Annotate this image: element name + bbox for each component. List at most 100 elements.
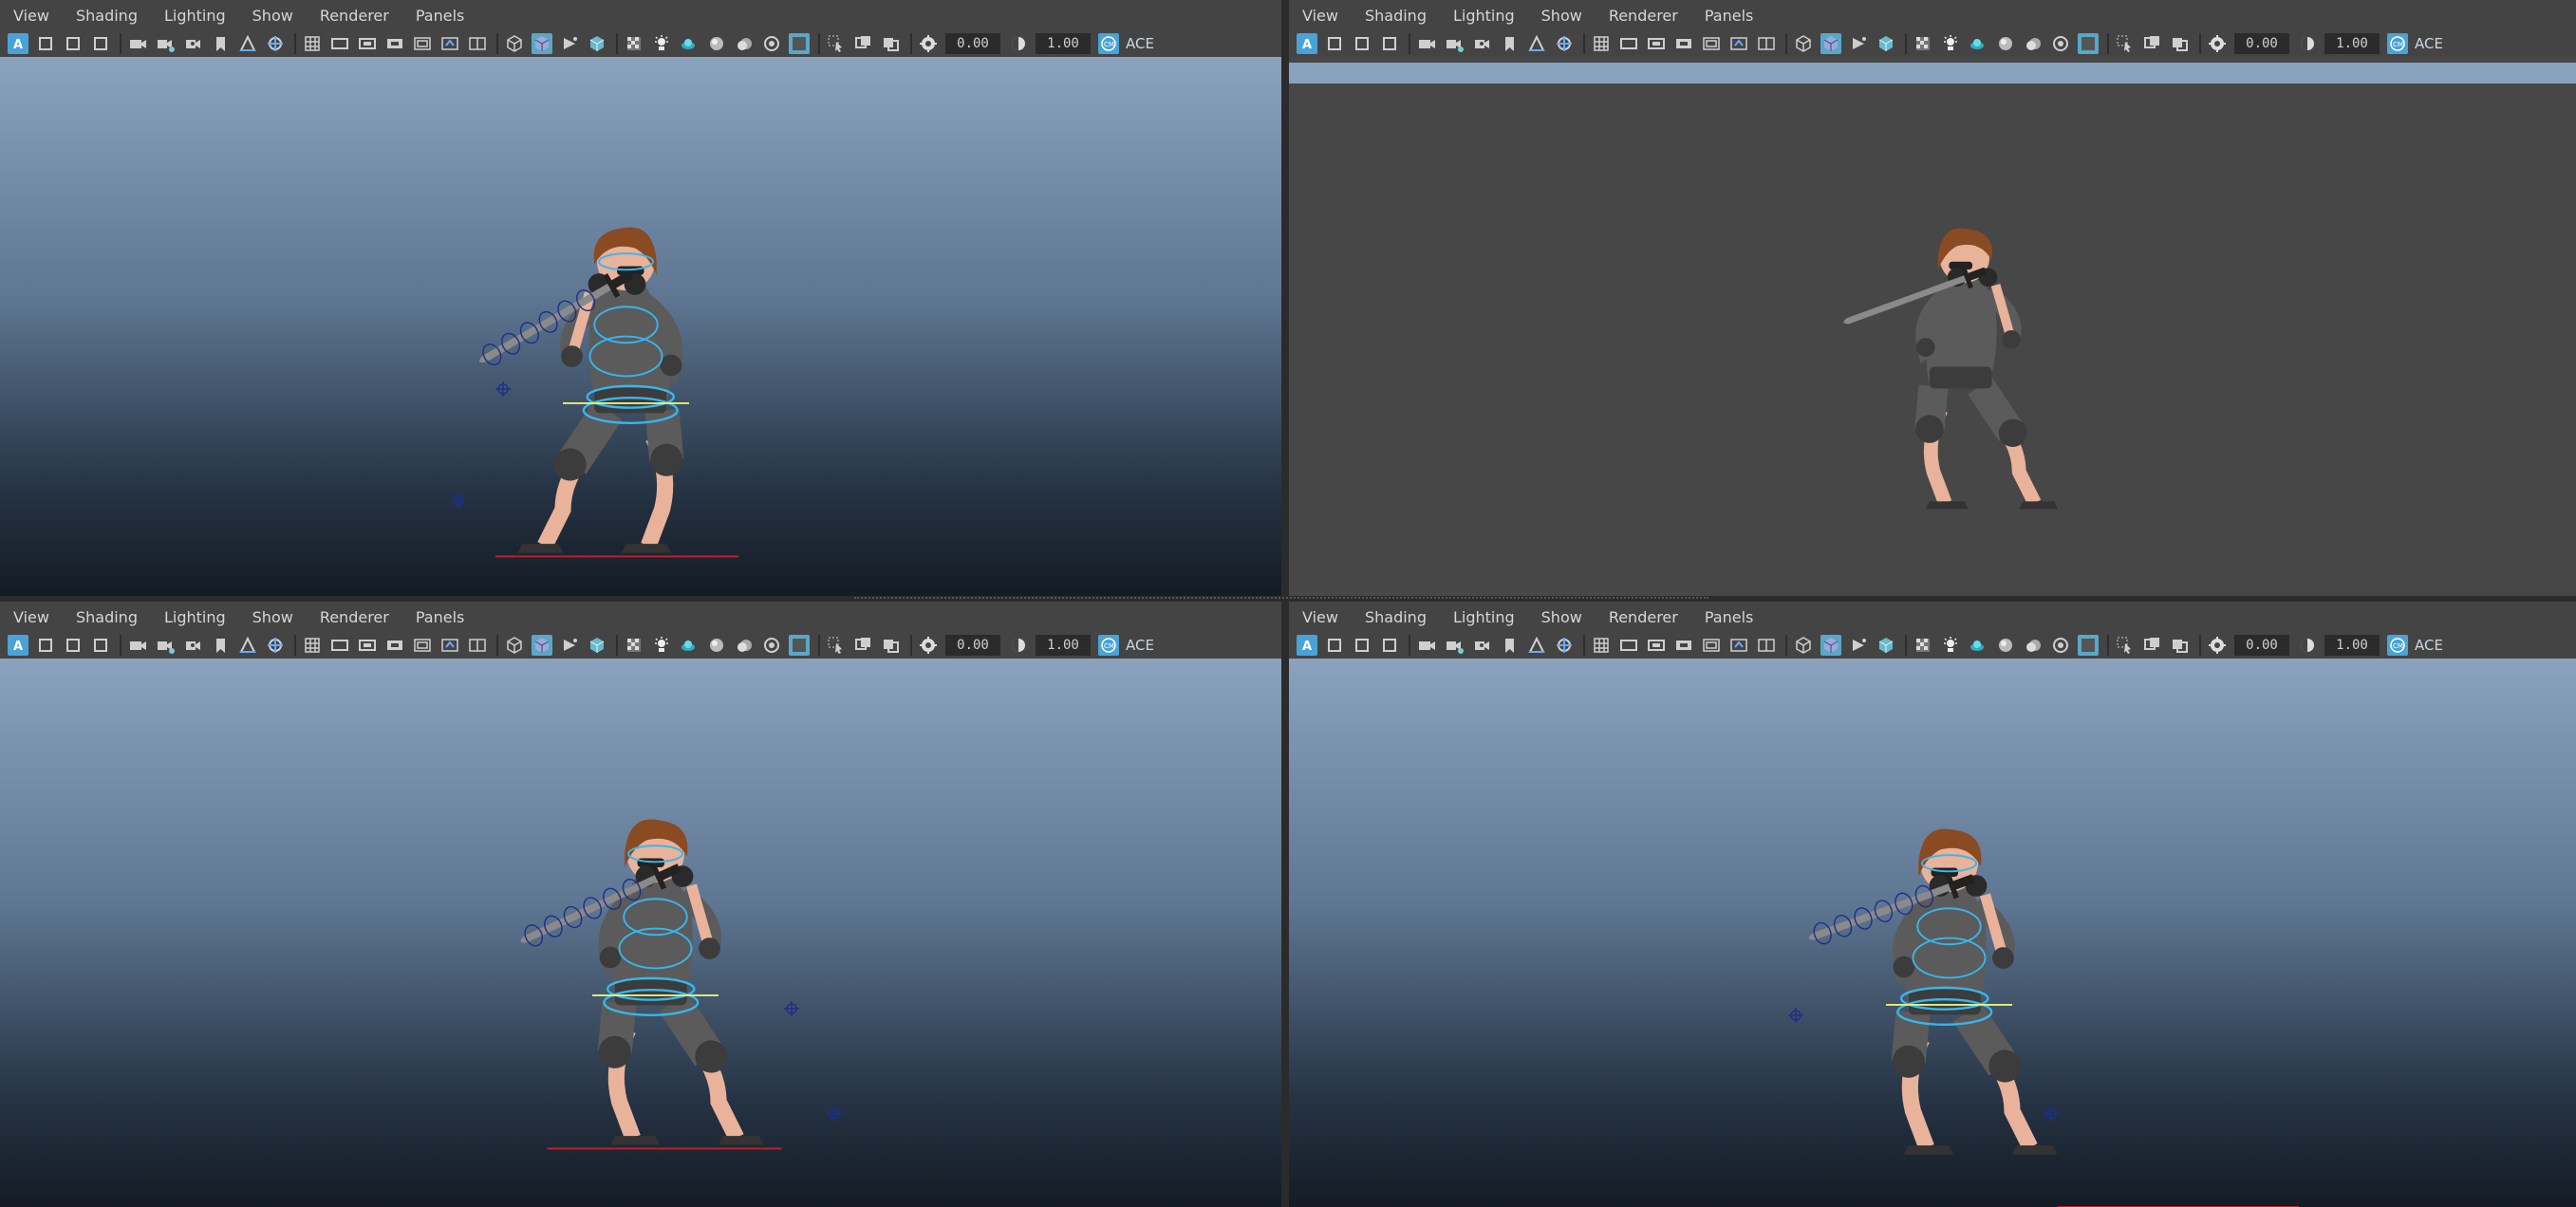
isolate-select-icon[interactable]	[789, 33, 810, 54]
character-rig-side[interactable]	[0, 659, 1281, 1207]
film-gate-icon[interactable]	[1618, 635, 1639, 656]
screen-space-ao-icon[interactable]	[679, 635, 700, 656]
perspective-panel-top-left[interactable]: View Shading Lighting Show Renderer Panels A CM…	[0, 0, 1281, 596]
grease-pencil-icon[interactable]	[265, 33, 286, 54]
gamma-field[interactable]	[2324, 33, 2380, 54]
camera-attributes-icon[interactable]	[1444, 33, 1465, 54]
select-camera-icon[interactable]	[1416, 33, 1437, 54]
menu-view[interactable]: View	[1302, 7, 1338, 25]
camera-attributes-icon[interactable]	[155, 33, 176, 54]
menu-panels[interactable]: Panels	[1705, 608, 1754, 626]
menu-renderer[interactable]: Renderer	[1609, 7, 1678, 25]
image-plane-icon[interactable]	[210, 33, 231, 54]
menu-renderer[interactable]: Renderer	[320, 608, 389, 626]
depth-of-field-icon[interactable]	[2050, 635, 2071, 656]
multisample-aa-icon[interactable]	[2023, 635, 2044, 656]
film-gate-icon[interactable]	[1618, 33, 1639, 54]
menu-view[interactable]: View	[13, 608, 49, 626]
xray-joints-icon[interactable]	[2142, 635, 2163, 656]
perspective-panel-top-right[interactable]: View Shading Lighting Show Renderer Panels A CM…	[1289, 0, 2576, 596]
field-chart-icon[interactable]	[1701, 33, 1722, 54]
lasso-select-icon[interactable]	[1324, 33, 1345, 54]
exposure-field[interactable]	[945, 635, 1000, 656]
gate-mask-icon[interactable]	[1673, 33, 1694, 54]
gamma-icon[interactable]	[1008, 635, 1029, 656]
wireframe-icon[interactable]	[504, 635, 525, 656]
xray-joints-icon[interactable]	[853, 33, 874, 54]
multisample-aa-icon[interactable]	[734, 33, 755, 54]
gamma-icon[interactable]	[2297, 635, 2318, 656]
resolution-gate-icon[interactable]	[357, 635, 378, 656]
color-management-toggle-icon[interactable]: CM	[2387, 33, 2408, 54]
smooth-shade-icon[interactable]	[532, 33, 552, 54]
xray-icon[interactable]	[2115, 635, 2136, 656]
sphere-icon[interactable]	[1379, 635, 1400, 656]
menu-shading[interactable]: Shading	[1365, 608, 1427, 626]
gamma-field[interactable]	[1036, 33, 1091, 54]
menu-show[interactable]: Show	[252, 7, 293, 25]
resolution-gate-icon[interactable]	[357, 33, 378, 54]
smooth-shade-icon[interactable]	[1820, 635, 1841, 656]
screen-space-ao-icon[interactable]	[679, 33, 700, 54]
character-render[interactable]	[1289, 57, 2576, 596]
wireframe-icon[interactable]	[1793, 33, 1814, 54]
menu-view[interactable]: View	[1302, 608, 1338, 626]
screen-space-ao-icon[interactable]	[1968, 635, 1988, 656]
safe-title-icon[interactable]	[467, 635, 488, 656]
gate-mask-icon[interactable]	[384, 635, 405, 656]
depth-of-field-icon[interactable]	[761, 33, 782, 54]
lasso-select-icon[interactable]	[1324, 635, 1345, 656]
render-view-icon[interactable]	[63, 33, 84, 54]
gate-mask-icon[interactable]	[384, 33, 405, 54]
colorspace-label[interactable]: ACE	[1126, 35, 1154, 52]
perspective-panel-bottom-left[interactable]: View Shading Lighting Show Renderer Panels A CM…	[0, 602, 1281, 1207]
colorspace-label[interactable]: ACE	[1126, 637, 1154, 654]
textured-icon[interactable]	[1876, 33, 1896, 54]
wireframe-icon[interactable]	[504, 33, 525, 54]
shadows-icon[interactable]	[651, 33, 672, 54]
menu-shading[interactable]: Shading	[76, 608, 138, 626]
bookmark-icon[interactable]	[1471, 33, 1492, 54]
viewport[interactable]	[0, 57, 1281, 596]
motion-blur-icon[interactable]	[706, 33, 727, 54]
film-gate-icon[interactable]	[329, 635, 350, 656]
safe-action-icon[interactable]	[1728, 33, 1749, 54]
film-gate-icon[interactable]	[329, 33, 350, 54]
textured-icon[interactable]	[587, 635, 607, 656]
isolate-select-icon[interactable]	[789, 635, 810, 656]
motion-blur-icon[interactable]	[1995, 33, 2016, 54]
exposure-field[interactable]	[2234, 635, 2289, 656]
field-chart-icon[interactable]	[412, 635, 433, 656]
bookmark-icon[interactable]	[1471, 635, 1492, 656]
grease-pencil-icon[interactable]	[1554, 635, 1575, 656]
safe-action-icon[interactable]	[439, 635, 460, 656]
safe-title-icon[interactable]	[1756, 33, 1777, 54]
safe-action-icon[interactable]	[439, 33, 460, 54]
sphere-icon[interactable]	[90, 33, 111, 54]
use-all-lights-icon[interactable]	[624, 635, 644, 656]
render-view-icon[interactable]	[1352, 635, 1372, 656]
menu-panels[interactable]: Panels	[416, 7, 465, 25]
xray-icon[interactable]	[826, 635, 847, 656]
shadows-icon[interactable]	[1940, 635, 1961, 656]
color-management-toggle-icon[interactable]: CM	[1098, 33, 1119, 54]
multisample-aa-icon[interactable]	[734, 635, 755, 656]
resolution-gate-icon[interactable]	[1646, 635, 1667, 656]
textured-icon[interactable]	[587, 33, 607, 54]
menu-view[interactable]: View	[13, 7, 49, 25]
color-management-toggle-icon[interactable]: CM	[2387, 635, 2408, 656]
2d-pan-zoom-icon[interactable]	[1526, 635, 1547, 656]
wireframe-on-shaded-icon[interactable]	[1848, 635, 1869, 656]
lasso-select-icon[interactable]	[35, 635, 56, 656]
grease-pencil-icon[interactable]	[265, 635, 286, 656]
gamma-field[interactable]	[2324, 635, 2380, 656]
grease-pencil-icon[interactable]	[1554, 33, 1575, 54]
bookmark-icon[interactable]	[182, 635, 203, 656]
depth-of-field-icon[interactable]	[2050, 33, 2071, 54]
menu-lighting[interactable]: Lighting	[164, 7, 226, 25]
menu-show[interactable]: Show	[1541, 608, 1582, 626]
isolate-select-icon[interactable]	[2078, 33, 2099, 54]
select-tool-icon[interactable]: A	[1297, 635, 1317, 656]
xray-joints-icon[interactable]	[2142, 33, 2163, 54]
select-tool-icon[interactable]: A	[1297, 33, 1317, 54]
